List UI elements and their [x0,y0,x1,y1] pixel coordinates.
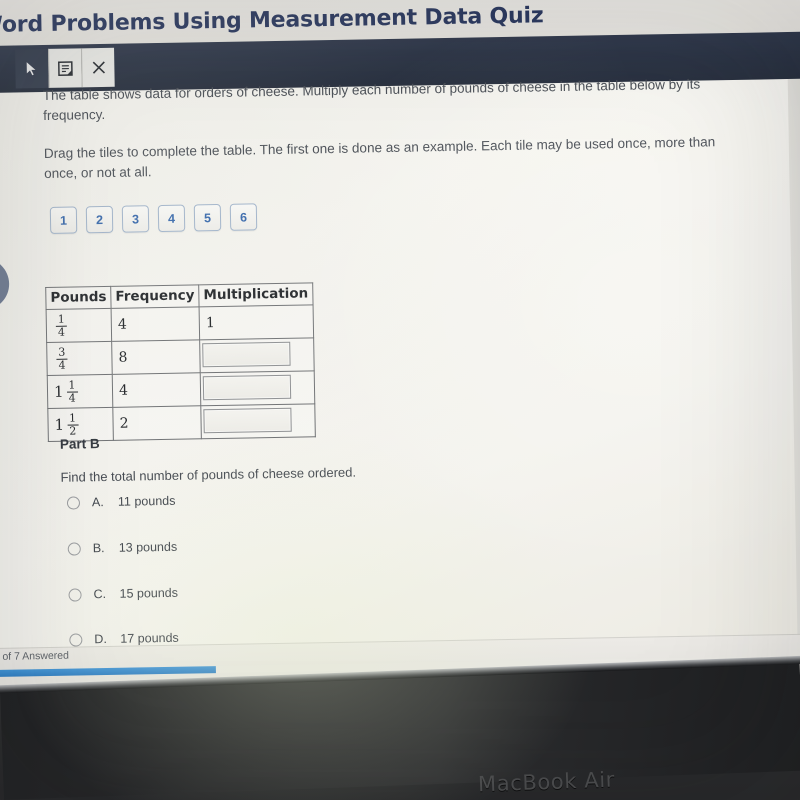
cheese-data-table-wrapper: Pounds Frequency Multiplication 1 4 4 1 … [45,282,316,442]
cell-multiplication-example: 1 [199,304,314,340]
close-tool-button[interactable] [81,47,115,88]
answer-option[interactable]: B. 13 pounds [67,539,178,556]
laptop-screen: Word Problems Using Measurement Data Qui… [0,0,800,706]
tile-dropzone[interactable] [203,407,292,434]
pounds-whole: 1 [53,382,64,401]
table-row: 1 4 4 1 [46,304,314,343]
laptop-photo: Word Problems Using Measurement Data Qui… [0,0,800,800]
option-letter: D. [94,631,107,647]
table-row: 1 1 4 4 [47,370,315,409]
pounds-fraction: 1 2 [67,411,79,438]
cell-pounds: 3 4 [46,341,113,376]
tile[interactable]: 1 [49,206,78,234]
cell-pounds: 1 4 [46,308,112,343]
option-text: 13 pounds [118,539,178,555]
answered-count-label: 6 of 7 Answered [0,649,70,663]
option-letter: A. [91,495,104,510]
option-letter: C. [93,586,107,602]
cell-frequency: 4 [112,372,201,408]
note-icon [57,60,73,76]
option-letter: B. [92,541,105,556]
tile[interactable]: 3 [121,205,150,233]
answer-option[interactable]: C. 15 pounds [68,586,178,602]
page-title: Word Problems Using Measurement Data Qui… [0,3,544,39]
answer-option[interactable]: A. 11 pounds [66,493,176,510]
pounds-fraction: 3 4 [56,345,68,372]
option-text: 11 pounds [117,493,176,509]
tile-dropzone[interactable] [202,374,292,401]
tile-dropzone[interactable] [202,341,291,368]
cell-multiplication [200,403,316,439]
cursor-arrow-icon [25,60,38,77]
table-row: 3 4 8 [46,337,315,376]
part-b-heading: Part B [59,436,100,452]
close-icon [91,60,106,75]
column-header-pounds: Pounds [45,286,112,310]
toolbar-button-group [15,47,115,89]
cell-frequency: 8 [111,339,201,375]
cursor-tool-button[interactable] [15,48,49,89]
cheese-data-table: Pounds Frequency Multiplication 1 4 4 1 … [45,282,316,442]
radio-button[interactable] [69,632,83,647]
tile[interactable]: 2 [85,205,114,234]
laptop-bezel [0,660,800,800]
pounds-whole: 1 [54,415,65,434]
radio-button[interactable] [68,587,82,602]
note-tool-button[interactable] [48,48,82,88]
tile[interactable]: 6 [229,203,258,231]
cell-frequency: 2 [112,405,202,441]
pounds-fraction: 1 4 [55,312,68,339]
tile[interactable]: 5 [193,203,222,232]
cell-multiplication [199,337,315,373]
radio-button[interactable] [66,495,81,510]
option-text: 17 pounds [120,630,179,646]
device-brand-label: MacBook Air [477,767,616,797]
cell-frequency: 4 [111,306,200,342]
column-header-frequency: Frequency [110,284,200,309]
radio-button[interactable] [67,541,81,556]
column-header-multiplication: Multiplication [198,282,313,307]
cell-multiplication [200,370,315,406]
tile-tray: 1 2 3 4 5 6 [49,203,258,234]
tile[interactable]: 4 [157,204,186,233]
pounds-fraction: 1 4 [66,378,78,405]
option-text: 15 pounds [119,585,179,601]
cell-pounds: 1 1 4 [47,374,113,409]
